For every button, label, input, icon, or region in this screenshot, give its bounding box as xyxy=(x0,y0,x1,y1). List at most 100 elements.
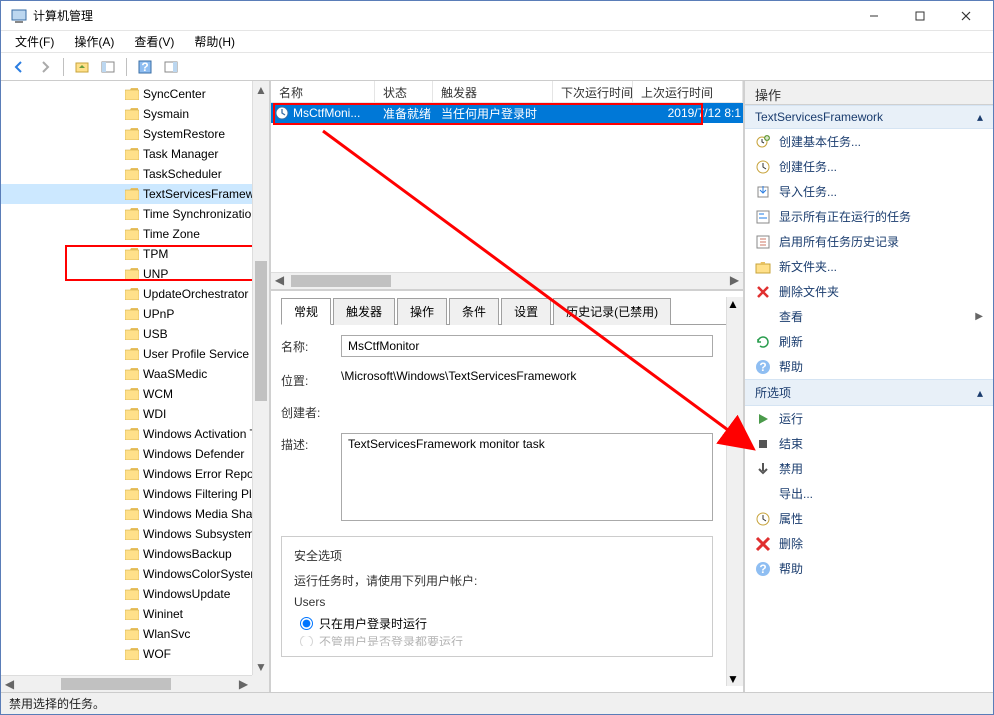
close-button[interactable] xyxy=(943,1,989,30)
tree-item-label: WaaSMedic xyxy=(143,367,207,381)
tree-item-windows-subsystem-for-linux[interactable]: Windows Subsystem For Linux xyxy=(1,524,252,544)
scroll-up-icon[interactable]: ▲ xyxy=(253,81,269,98)
scrollbar-thumb[interactable] xyxy=(727,311,743,511)
detail-vertical-scrollbar[interactable]: ▲ ▼ xyxy=(726,297,743,686)
action-导出-[interactable]: 导出... xyxy=(745,481,993,506)
tree-item-sysmain[interactable]: Sysmain xyxy=(1,104,252,124)
action-显示所有正在运行的任务[interactable]: 显示所有正在运行的任务 xyxy=(745,204,993,229)
maximize-button[interactable] xyxy=(897,1,943,30)
tree-item-wlansvc[interactable]: WlanSvc xyxy=(1,624,252,644)
action-属性[interactable]: 属性 xyxy=(745,506,993,531)
tree-item-windowsupdate[interactable]: WindowsUpdate xyxy=(1,584,252,604)
tab-actions[interactable]: 操作 xyxy=(397,298,447,325)
tree-item-updateorchestrator[interactable]: UpdateOrchestrator xyxy=(1,284,252,304)
action-导入任务-[interactable]: 导入任务... xyxy=(745,179,993,204)
action-禁用[interactable]: 禁用 xyxy=(745,456,993,481)
action-删除[interactable]: 删除 xyxy=(745,531,993,556)
tree-item-synccenter[interactable]: SyncCenter xyxy=(1,84,252,104)
tree-item-wdi[interactable]: WDI xyxy=(1,404,252,424)
action-刷新[interactable]: 刷新 xyxy=(745,329,993,354)
action-运行[interactable]: 运行 xyxy=(745,406,993,431)
scroll-down-icon[interactable]: ▼ xyxy=(253,658,269,675)
actions-pane: 操作 TextServicesFramework ▴ 创建基本任务...创建任务… xyxy=(743,81,993,692)
scrollbar-thumb[interactable] xyxy=(291,275,391,287)
tree-item-task-manager[interactable]: Task Manager xyxy=(1,144,252,164)
action-启用所有任务历史记录[interactable]: 启用所有任务历史记录 xyxy=(745,229,993,254)
action-section-1[interactable]: TextServicesFramework ▴ xyxy=(745,105,993,129)
radio-logged-on[interactable] xyxy=(300,617,313,630)
tree-item-label: USB xyxy=(143,327,168,341)
list-horizontal-scrollbar[interactable]: ◀ ▶ xyxy=(271,272,743,289)
tree-item-waasmedic[interactable]: WaaSMedic xyxy=(1,364,252,384)
tree-item-windows-activation-technologies[interactable]: Windows Activation Technologies xyxy=(1,424,252,444)
action-pane-button[interactable] xyxy=(159,56,183,78)
tab-general[interactable]: 常规 xyxy=(281,298,331,325)
up-button[interactable] xyxy=(70,56,94,78)
tree-item-wininet[interactable]: Wininet xyxy=(1,604,252,624)
tab-conditions[interactable]: 条件 xyxy=(449,298,499,325)
tree-item-unp[interactable]: UNP xyxy=(1,264,252,284)
col-name[interactable]: 名称 xyxy=(271,81,375,102)
scrollbar-thumb[interactable] xyxy=(61,678,171,690)
show-hide-tree-button[interactable] xyxy=(96,56,120,78)
menu-help[interactable]: 帮助(H) xyxy=(186,31,243,52)
tree-item-wcm[interactable]: WCM xyxy=(1,384,252,404)
forward-button[interactable] xyxy=(33,56,57,78)
tree-item-label: User Profile Service xyxy=(143,347,249,361)
scroll-right-icon[interactable]: ▶ xyxy=(235,676,252,692)
tree-item-windows-filtering-platform[interactable]: Windows Filtering Platform xyxy=(1,484,252,504)
action-帮助[interactable]: ?帮助 xyxy=(745,556,993,581)
tree-item-windows-media-sharing[interactable]: Windows Media Sharing xyxy=(1,504,252,524)
scrollbar-thumb[interactable] xyxy=(255,261,267,401)
tree-item-upnp[interactable]: UPnP xyxy=(1,304,252,324)
task-name-field[interactable] xyxy=(341,335,713,357)
tree-item-time-synchronization[interactable]: Time Synchronization xyxy=(1,204,252,224)
action-创建任务-[interactable]: 创建任务... xyxy=(745,154,993,179)
back-button[interactable] xyxy=(7,56,31,78)
tree-item-windowscolorsystem[interactable]: WindowsColorSystem xyxy=(1,564,252,584)
scroll-up-icon[interactable]: ▲ xyxy=(727,297,743,311)
folder-icon xyxy=(125,108,139,120)
cell-next xyxy=(553,111,633,115)
radio-any[interactable] xyxy=(300,636,313,646)
menu-file[interactable]: 文件(F) xyxy=(7,31,62,52)
task-row[interactable]: MsCtfMoni... 准备就绪 当任何用户登录时 2019/7/12 8:1 xyxy=(271,103,743,123)
action-结束[interactable]: 结束 xyxy=(745,431,993,456)
menu-action[interactable]: 操作(A) xyxy=(66,31,122,52)
action-删除文件夹[interactable]: 删除文件夹 xyxy=(745,279,993,304)
minimize-button[interactable] xyxy=(851,1,897,30)
task-desc-field[interactable] xyxy=(341,433,713,521)
scroll-down-icon[interactable]: ▼ xyxy=(727,672,743,686)
tree-horizontal-scrollbar[interactable]: ◀ ▶ xyxy=(1,675,252,692)
tree-item-windows-defender[interactable]: Windows Defender xyxy=(1,444,252,464)
action-新文件夹-[interactable]: 新文件夹... xyxy=(745,254,993,279)
tree-item-windowsbackup[interactable]: WindowsBackup xyxy=(1,544,252,564)
col-next[interactable]: 下次运行时间 xyxy=(553,81,633,102)
menu-view[interactable]: 查看(V) xyxy=(126,31,182,52)
tree-item-taskscheduler[interactable]: TaskScheduler xyxy=(1,164,252,184)
action-创建基本任务-[interactable]: 创建基本任务... xyxy=(745,129,993,154)
tree-item-user-profile-service[interactable]: User Profile Service xyxy=(1,344,252,364)
tree-item-textservicesframework[interactable]: TextServicesFramework xyxy=(1,184,252,204)
tree-item-usb[interactable]: USB xyxy=(1,324,252,344)
action-label: 导入任务... xyxy=(779,183,837,200)
action-查看[interactable]: 查看▶ xyxy=(745,304,993,329)
action-section-2[interactable]: 所选项 ▴ xyxy=(745,379,993,406)
col-last[interactable]: 上次运行时间 xyxy=(633,81,743,102)
tree-item-time-zone[interactable]: Time Zone xyxy=(1,224,252,244)
tab-triggers[interactable]: 触发器 xyxy=(333,298,395,325)
tree-vertical-scrollbar[interactable]: ▲ ▼ xyxy=(252,81,269,675)
tree-item-tpm[interactable]: TPM xyxy=(1,244,252,264)
clock-plus-icon xyxy=(755,159,771,175)
help-button[interactable]: ? xyxy=(133,56,157,78)
col-status[interactable]: 状态 xyxy=(375,81,433,102)
col-trigger[interactable]: 触发器 xyxy=(433,81,553,102)
tree-item-wof[interactable]: WOF xyxy=(1,644,252,664)
tree-item-windows-error-reporting[interactable]: Windows Error Reporting xyxy=(1,464,252,484)
tree-item-systemrestore[interactable]: SystemRestore xyxy=(1,124,252,144)
scroll-left-icon[interactable]: ◀ xyxy=(1,676,18,692)
tab-history[interactable]: 历史记录(已禁用) xyxy=(553,298,671,325)
tab-settings[interactable]: 设置 xyxy=(501,298,551,325)
tree-item-label: Task Manager xyxy=(143,147,218,161)
action-帮助[interactable]: ?帮助 xyxy=(745,354,993,379)
